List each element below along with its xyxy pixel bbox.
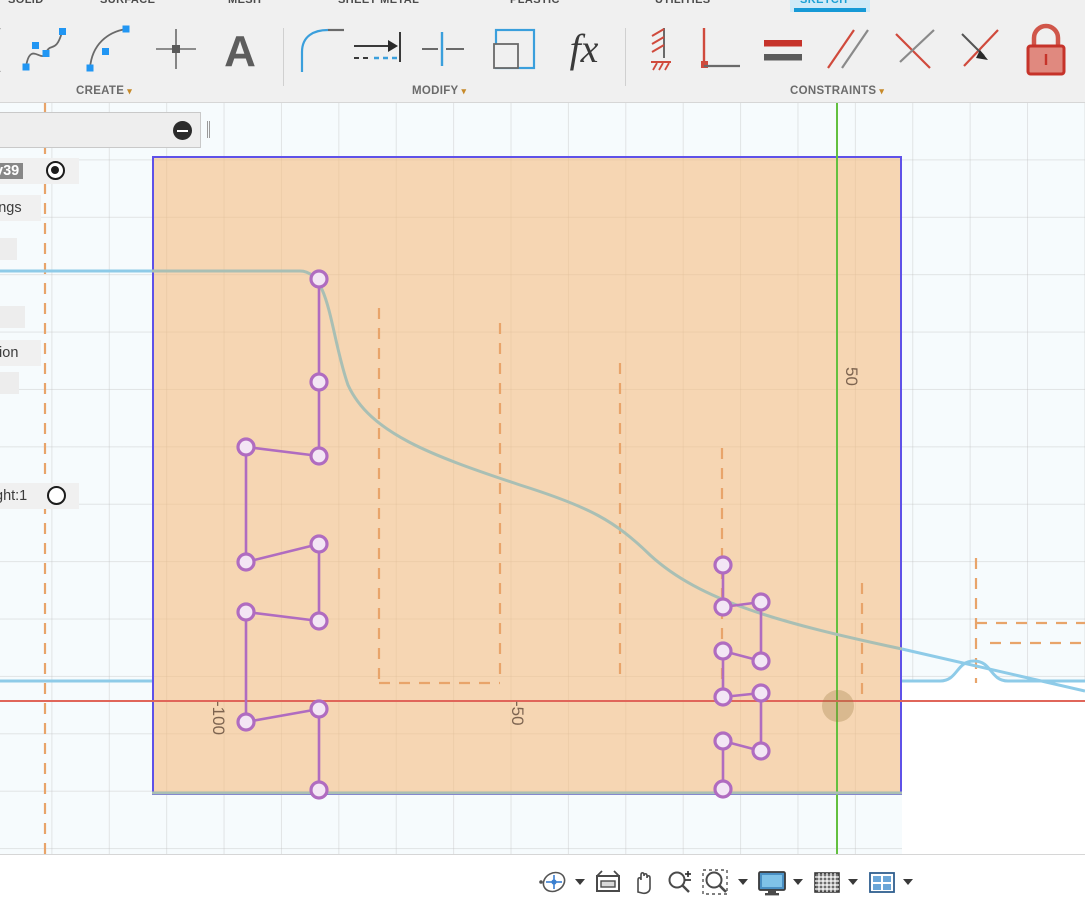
point-tool[interactable] xyxy=(148,20,204,78)
tab-sheet-metal[interactable]: SHEET METAL xyxy=(338,0,419,6)
left-sketch-points xyxy=(236,269,329,800)
tree-row-document-settings[interactable]: ings xyxy=(0,195,41,221)
equal-constraint[interactable] xyxy=(756,20,812,78)
tab-mesh[interactable]: MESH xyxy=(228,0,261,6)
midpoint-constraint[interactable] xyxy=(950,20,1006,78)
tangent-constraint[interactable] xyxy=(886,20,942,78)
orbit-button[interactable] xyxy=(535,858,590,906)
viewports-button[interactable] xyxy=(863,858,918,906)
zoom-button[interactable] xyxy=(662,858,698,906)
dimension-label-minus-50[interactable]: -50 xyxy=(507,701,527,726)
left-point-cluster xyxy=(244,279,321,790)
fix-unfix-constraint[interactable] xyxy=(634,20,690,78)
ribbon-separator-2 xyxy=(625,28,626,86)
modify-panel-caret-icon[interactable]: ▾ xyxy=(462,86,467,96)
constraints-panel-caret-icon[interactable]: ▾ xyxy=(879,86,884,96)
create-panel-label-text: CREATE xyxy=(76,85,125,97)
zoom-window-caret-icon[interactable] xyxy=(738,879,748,885)
look-at-button[interactable] xyxy=(590,858,626,906)
text-tool[interactable]: A xyxy=(212,20,268,78)
svg-text:A: A xyxy=(224,27,256,76)
dimension-label-50[interactable]: 50 xyxy=(841,367,861,386)
create-panel-label[interactable]: CREATE ▾ xyxy=(76,85,132,97)
grid-and-snaps-button[interactable] xyxy=(808,858,863,906)
grid-and-snaps-caret-icon[interactable] xyxy=(848,879,858,885)
tab-solid[interactable]: SOLID xyxy=(8,0,44,6)
orbit-icon xyxy=(539,871,566,893)
spline-tool[interactable] xyxy=(18,20,74,78)
zoom-icon xyxy=(668,871,691,893)
inactive-sketch-curves xyxy=(0,269,1085,693)
profile-silhouette xyxy=(152,269,903,795)
lock-constraint[interactable] xyxy=(1018,20,1074,78)
visibility-off-icon[interactable] xyxy=(47,486,66,505)
parallel-constraint[interactable] xyxy=(820,20,876,78)
browser-header-grip[interactable] xyxy=(207,121,210,138)
modify-panel-label[interactable]: MODIFY ▾ xyxy=(412,85,466,97)
pan-button[interactable] xyxy=(626,858,662,906)
ribbon: SOLID SURFACE MESH SHEET METAL PLASTIC U… xyxy=(0,0,1085,103)
zoom-window-icon xyxy=(702,869,728,895)
svg-text:fx: fx xyxy=(570,26,599,71)
perpendicular-constraint[interactable] xyxy=(690,20,746,78)
tree-item-label-document-settings: ings xyxy=(0,200,22,216)
browser-header-bar[interactable] xyxy=(0,112,201,148)
viewports-caret-icon[interactable] xyxy=(903,879,913,885)
tab-plastic[interactable]: PLASTIC xyxy=(510,0,560,6)
workspace-tab-strip: SOLID SURFACE MESH SHEET METAL PLASTIC U… xyxy=(0,0,1085,12)
tree-item-label-construction: tion xyxy=(0,345,19,361)
navigation-bar-items xyxy=(535,858,918,906)
tree-row-construction[interactable]: tion xyxy=(0,340,41,366)
minus-circle-bar xyxy=(177,129,188,132)
orbit-caret-icon[interactable] xyxy=(575,879,585,885)
minus-circle-icon[interactable] xyxy=(173,121,192,140)
visibility-on-icon[interactable] xyxy=(46,161,65,180)
zoom-window-button[interactable] xyxy=(698,858,753,906)
create-panel-caret-icon[interactable]: ▾ xyxy=(127,86,132,96)
modify-panel-label-text: MODIFY xyxy=(412,85,459,97)
ribbon-separator-1 xyxy=(283,28,284,86)
offset-tool[interactable] xyxy=(488,20,544,78)
display-settings-icon xyxy=(758,871,786,896)
constraints-panel-label-text: CONSTRAINTS xyxy=(790,85,877,97)
constraints-panel-label[interactable]: CONSTRAINTS ▾ xyxy=(790,85,884,97)
construction-lines xyxy=(43,103,978,855)
fillet-tool[interactable] xyxy=(292,20,348,78)
visibility-on-dot xyxy=(51,166,60,175)
sketch-canvas[interactable]: -100 -50 50 xyxy=(0,103,1085,855)
dimension-label-minus-100[interactable]: -100 xyxy=(208,701,228,735)
tree-row-blank-2[interactable] xyxy=(0,306,25,328)
extend-tool[interactable] xyxy=(420,20,476,78)
tree-item-label-sketch-light: ght:1 xyxy=(0,488,28,504)
tab-sketch[interactable]: SKETCH xyxy=(800,0,848,6)
navigation-bar[interactable] xyxy=(0,855,1085,910)
trim-tool[interactable] xyxy=(352,20,408,78)
pan-icon xyxy=(637,871,651,895)
change-parameters-tool[interactable]: fx xyxy=(556,20,612,78)
viewports-icon xyxy=(869,872,895,893)
ribbon-body: A fx CREATE ▾ MODIFY ▾ CONSTRAINTS ▾ xyxy=(0,12,1085,103)
tree-row-blank-3[interactable] xyxy=(0,372,19,394)
arc-tool[interactable] xyxy=(80,20,136,78)
sketch-geometry[interactable] xyxy=(0,103,1085,855)
display-settings-caret-icon[interactable] xyxy=(793,879,803,885)
tab-utilities[interactable]: UTILITIES xyxy=(655,0,711,6)
grid-and-snaps-icon xyxy=(814,872,840,893)
tab-surface[interactable]: SURFACE xyxy=(100,0,155,6)
look-at-icon xyxy=(596,870,620,892)
tree-row-blank-1[interactable] xyxy=(0,238,17,260)
display-settings-button[interactable] xyxy=(753,858,808,906)
tree-item-label-v39: v39 xyxy=(0,163,24,179)
